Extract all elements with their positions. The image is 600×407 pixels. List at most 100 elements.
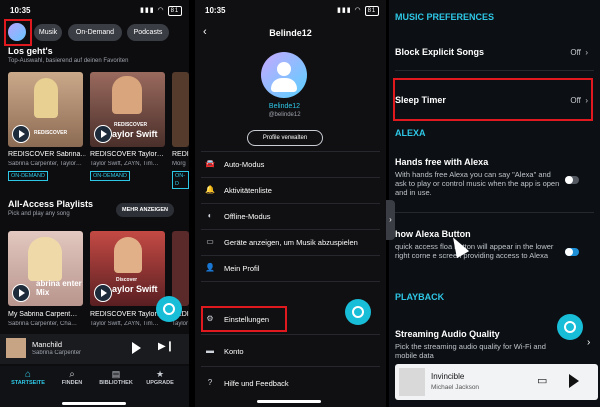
home-indicator <box>62 402 126 405</box>
section-title: All-Access Playlists <box>8 199 94 209</box>
play-icon[interactable] <box>569 374 579 388</box>
alexa-button[interactable] <box>156 296 182 322</box>
menu-label: Auto-Modus <box>224 159 265 169</box>
avatar-highlight <box>4 19 32 46</box>
section-music-preferences: MUSIC PREFERENCES <box>395 12 495 22</box>
next-icon[interactable]: ▶❙ <box>158 341 174 352</box>
on-demand-badge: ON-D <box>172 171 189 189</box>
section-playback: PLAYBACK <box>395 292 445 302</box>
playlist-card[interactable] <box>172 231 189 306</box>
status-time: 10:35 <box>205 6 226 15</box>
card-label: REDISCOVER <box>114 122 148 128</box>
album-card[interactable]: REDISCOVER aylor Swift <box>90 72 165 147</box>
play-icon[interactable] <box>132 342 141 354</box>
nav-label: FINDEN <box>61 380 83 386</box>
divider <box>395 70 594 71</box>
cast-icon[interactable]: ▭ <box>537 374 547 387</box>
home-icon: ⌂ <box>24 369 32 380</box>
play-button[interactable] <box>94 125 112 143</box>
section-alexa: ALEXA <box>395 128 426 138</box>
playlist-card[interactable]: Discover aylor Swift <box>90 231 165 306</box>
album-card[interactable] <box>172 72 189 147</box>
chip-on-demand[interactable]: On-Demand <box>68 24 122 41</box>
play-button[interactable] <box>12 125 30 143</box>
artist-image <box>28 237 62 281</box>
now-playing-artwork <box>6 338 26 358</box>
block-explicit-label[interactable]: Block Explicit Songs <box>395 47 484 57</box>
menu-label: Konto <box>224 346 244 356</box>
menu-label: Hilfe und Feedback <box>224 378 289 388</box>
card-label: Discover <box>116 277 138 283</box>
status-icons: ▮▮▮ ◠ 81 <box>140 6 183 16</box>
card-title: REDISCOVER Sabrina… <box>8 151 86 158</box>
hands-free-toggle[interactable] <box>565 176 579 184</box>
more-button[interactable]: MEHR ANZEIGEN <box>116 203 174 217</box>
now-playing-title: Manchild <box>32 340 63 349</box>
menu-item-account[interactable]: ▬ Konto <box>205 340 380 362</box>
hands-free-desc: With hands free Alexa you can say "Alexa… <box>395 170 560 197</box>
nav-upgrade[interactable]: ★ UPGRADE <box>138 369 182 386</box>
on-demand-badge: ON-DEMAND <box>8 171 48 181</box>
alexa-button[interactable] <box>345 299 371 325</box>
menu-label: Offline-Modus <box>224 211 271 221</box>
card-icon: ▬ <box>206 346 214 355</box>
show-alexa-button-toggle[interactable] <box>565 248 579 256</box>
nav-home[interactable]: ⌂ STARTSEITE <box>6 369 50 386</box>
chevron-right-icon: › <box>585 48 588 57</box>
card-artists: Taylor <box>172 321 189 327</box>
album-card[interactable]: REDISCOVER <box>8 72 83 147</box>
play-button[interactable] <box>94 284 112 302</box>
chip-podcasts[interactable]: Podcasts <box>127 24 169 41</box>
divider <box>201 203 380 204</box>
playlist-card[interactable]: abrina enter Mix <box>8 231 83 306</box>
card-artists: Taylor Swift, ZAYN, Tim… <box>90 161 159 167</box>
menu-item-activity[interactable]: 🔔 Aktivitätenliste <box>205 179 380 201</box>
menu-item-auto-mode[interactable]: 🚘 Auto-Modus <box>205 153 380 175</box>
now-playing-bar[interactable]: Invincible Michael Jackson ▭ <box>395 364 598 400</box>
manage-profiles-button[interactable]: Profile verwalten <box>247 130 323 146</box>
home-screen: 10:35 ▮▮▮ ◠ 81 Musik On-Demand Podcasts … <box>0 0 189 407</box>
now-playing-bar[interactable]: Manchild Sabrina Carpenter ▶❙ <box>0 334 189 364</box>
card-banner: abrina enter Mix <box>36 279 82 297</box>
drawer-handle[interactable]: › <box>386 200 395 240</box>
alexa-button[interactable] <box>557 314 583 340</box>
card-artists: Sabrina Carpenter, Taylor… <box>8 161 82 167</box>
menu-item-offline[interactable]: ◐ Offline-Modus <box>205 205 380 227</box>
divider <box>201 366 380 367</box>
nav-search[interactable]: ⌕ FINDEN <box>50 369 94 386</box>
card-artists: Taylor Swift, ZAYN, Tim… <box>90 321 159 327</box>
menu-item-profile[interactable]: 👤 Mein Profil <box>205 257 380 279</box>
nav-label: BIBLIOTHEK <box>99 380 133 386</box>
block-explicit-value[interactable]: Off › <box>570 48 588 57</box>
bottom-nav: ⌂ STARTSEITE ⌕ FINDEN ▤ BIBLIOTHEK ★ UPG… <box>0 366 189 407</box>
profile-menu-screen: 10:35 ▮▮▮ ◠ 81 ‹ Belinde12 Belinde12 @be… <box>195 0 386 407</box>
card-artists: Morg <box>172 161 186 167</box>
help-icon: ? <box>207 378 213 387</box>
now-playing-title: Invincible <box>431 372 465 381</box>
play-button[interactable] <box>12 284 30 302</box>
divider <box>201 255 380 256</box>
profile-avatar <box>261 52 307 98</box>
person-icon: 👤 <box>205 263 215 272</box>
show-alexa-button-desc: quick access floa button will appear in … <box>395 242 554 260</box>
card-banner: aylor Swift <box>112 284 158 294</box>
menu-item-help[interactable]: ? Hilfe und Feedback <box>205 372 380 394</box>
streaming-quality-label[interactable]: Streaming Audio Quality <box>395 329 500 339</box>
card-banner: aylor Swift <box>112 129 158 139</box>
section-title: Los geht's <box>8 46 53 56</box>
menu-item-devices[interactable]: ▭ Geräte anzeigen, um Musik abzuspielen <box>205 231 380 253</box>
home-indicator <box>257 400 321 403</box>
now-playing-artwork <box>399 368 425 396</box>
divider <box>201 229 380 230</box>
header-title: Belinde12 <box>269 28 312 38</box>
nav-library[interactable]: ▤ BIBLIOTHEK <box>94 369 138 386</box>
menu-label: Aktivitätenliste <box>224 185 272 195</box>
menu-label: Mein Profil <box>224 263 260 273</box>
profile-name: Belinde12 <box>268 103 301 110</box>
divider <box>201 281 380 282</box>
chip-musik[interactable]: Musik <box>34 24 62 41</box>
star-icon: ★ <box>155 369 165 379</box>
toggle-icon: ◐ <box>207 211 213 220</box>
settings-highlight <box>201 306 287 332</box>
artist-image <box>112 76 142 114</box>
